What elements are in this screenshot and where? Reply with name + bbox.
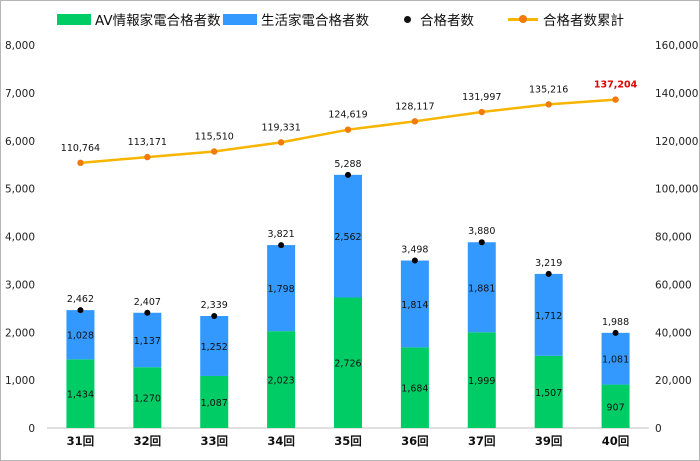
cumulative-point [211, 148, 218, 155]
left-axis-tick-label: 0 [28, 423, 35, 435]
total-dot [345, 171, 351, 178]
bar-av-data-label: 1,507 [535, 388, 562, 399]
left-axis-tick-label: 4,000 [5, 232, 35, 244]
total-dot [278, 242, 285, 249]
right-axis-tick-label: 20,000 [655, 375, 692, 387]
cumulative-data-label: 119,331 [261, 122, 300, 133]
cumulative-data-label: 124,619 [328, 110, 367, 121]
total-data-label: 2,339 [201, 300, 228, 311]
left-axis-tick-label: 3,000 [5, 279, 35, 291]
cumulative-data-label: 135,216 [529, 84, 568, 95]
total-dot [478, 239, 485, 246]
total-dot [545, 270, 552, 277]
right-axis-tick-label: 140,000 [655, 88, 698, 100]
bar-av-data-label: 1,999 [468, 376, 495, 387]
total-data-label: 2,407 [134, 297, 161, 308]
cumulative-point [545, 101, 552, 108]
cumulative-point [344, 126, 352, 133]
category-tick-label: 37回 [468, 434, 496, 448]
left-axis-tick-label: 8,000 [5, 40, 35, 52]
bar-av-data-label: 1,087 [201, 398, 228, 409]
total-data-label: 3,821 [268, 229, 295, 240]
bar-living-data-label: 2,562 [334, 232, 361, 243]
bar-living-data-label: 1,028 [67, 331, 94, 342]
right-axis-tick-label: 80,000 [655, 232, 692, 244]
category-tick-label: 34回 [267, 434, 295, 448]
category-tick-label: 36回 [401, 434, 429, 448]
bar-living-data-label: 1,712 [535, 311, 562, 322]
bar-living-data-label: 1,081 [602, 355, 629, 366]
bar-living-data-label: 1,137 [134, 336, 161, 347]
left-axis-tick-label: 7,000 [5, 88, 35, 100]
bar-living-data-label: 1,252 [201, 342, 228, 353]
cumulative-point [478, 108, 485, 116]
bar-av-data-label: 2,726 [334, 359, 361, 370]
total-data-label: 3,880 [468, 226, 495, 237]
left-axis-tick-label: 5,000 [5, 184, 35, 196]
cumulative-data-label: 131,997 [462, 92, 501, 103]
bar-living-data-label: 1,814 [401, 300, 428, 311]
total-dot [411, 257, 418, 264]
total-data-label: 3,498 [401, 245, 428, 256]
bar-av-data-label: 907 [606, 402, 624, 413]
bar-living-data-label: 1,798 [268, 284, 295, 295]
left-axis-tick-label: 6,000 [5, 136, 35, 148]
cumulative-point [77, 159, 84, 167]
cumulative-point [277, 139, 285, 146]
bar-av-data-label: 1,434 [67, 390, 94, 401]
total-data-label: 1,988 [602, 317, 629, 328]
right-axis-tick-label: 40,000 [655, 327, 692, 339]
total-dot [77, 307, 84, 314]
total-dot [211, 313, 218, 320]
category-tick-label: 32回 [134, 434, 162, 448]
total-dot [144, 309, 151, 316]
total-dot [612, 329, 619, 336]
bar-av-data-label: 1,270 [134, 394, 161, 405]
cumulative-point [411, 118, 419, 125]
right-axis-tick-label: 100,000 [655, 184, 698, 196]
left-axis-tick-label: 2,000 [5, 327, 35, 339]
bar-living-data-label: 1,881 [468, 283, 495, 294]
bar-av-data-label: 2,023 [268, 376, 295, 387]
right-axis-tick-label: 160,000 [655, 40, 698, 52]
right-axis-tick-label: 60,000 [655, 279, 692, 291]
cumulative-data-label: 128,117 [395, 101, 434, 112]
right-axis-tick-label: 0 [655, 423, 662, 435]
bar-av-data-label: 1,684 [401, 384, 428, 395]
cumulative-data-label: 113,171 [128, 137, 167, 148]
left-axis-tick-label: 1,000 [5, 375, 35, 387]
chart-frame: AV情報家電合格者数 生活家電合格者数 合格者数 合格者数累計 0 1,000 2,… [0, 0, 700, 461]
cumulative-point [144, 153, 151, 161]
total-data-label: 2,462 [67, 294, 94, 305]
right-axis-tick-label: 120,000 [655, 136, 698, 148]
cumulative-data-label: 110,764 [61, 143, 100, 154]
category-tick-label: 39回 [535, 434, 563, 448]
cumulative-point [612, 96, 619, 103]
combo-chart-plot: 0 1,000 2,000 3,000 4,000 5,000 6,000 7,000 8,00… [5, 40, 698, 448]
cumulative-data-label: 115,510 [195, 131, 234, 142]
category-tick-label: 31回 [67, 434, 95, 448]
category-tick-label: 40回 [602, 434, 630, 448]
cumulative-data-label: 137,204 [594, 80, 638, 91]
category-tick-label: 35回 [334, 434, 362, 448]
total-data-label: 3,219 [535, 258, 562, 269]
category-tick-label: 33回 [200, 434, 228, 448]
total-data-label: 5,288 [334, 159, 361, 170]
